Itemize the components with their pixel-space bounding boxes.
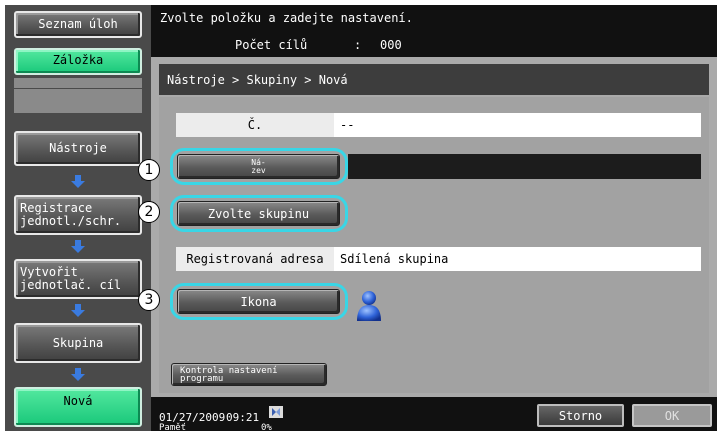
bookmark-label: Záložka — [52, 53, 104, 67]
callout-2: 2 — [138, 201, 160, 223]
address-label-text: Registrovaná adresa — [186, 252, 324, 266]
callout-3: 3 — [138, 289, 160, 311]
select-group-label: Zvolte skupinu — [207, 206, 310, 221]
arrow-down-icon — [71, 175, 85, 189]
select-group-button[interactable]: Zvolte skupinu — [177, 201, 340, 226]
arrow-down-icon — [71, 304, 85, 318]
bookmark-button[interactable]: Záložka — [14, 48, 142, 75]
copier-panel-screen: Seznam úloh Záložka Nástroje Registrace … — [0, 0, 722, 436]
memory-value: 0% — [261, 423, 272, 433]
breadcrumb-text: Nástroje > Skupiny > Nová — [167, 72, 348, 87]
sidebar-step-new[interactable]: Nová — [14, 387, 142, 427]
arrow-down-icon — [71, 368, 85, 382]
callout-1: 1 — [138, 159, 160, 181]
callout-number: 2 — [144, 204, 154, 220]
memory-label: Paměť — [159, 423, 187, 433]
callout-number: 1 — [144, 162, 154, 178]
address-value-text: Sdílená skupina — [340, 252, 449, 266]
number-value: -- — [334, 113, 701, 137]
sidebar-step-registration[interactable]: Registrace jednotl./schr. — [14, 195, 142, 235]
address-value: Sdílená skupina — [334, 247, 701, 271]
instruction-text: Zvolte položku a zadejte nastavení. — [160, 11, 413, 25]
sidebar-step-label: Vytvořit jednotlač. cíl — [20, 265, 122, 292]
ok-label: OK — [664, 408, 680, 423]
message-bar: Zvolte položku a zadejte nastavení. Poče… — [151, 5, 717, 57]
icon-button-label: Ikona — [240, 294, 277, 309]
job-list-label: Seznam úloh — [38, 17, 118, 31]
time-text: 09:21 — [226, 411, 260, 424]
number-label-text: Č. — [247, 118, 263, 132]
destination-count-label: Počet cílů — [235, 38, 308, 52]
number-label: Č. — [176, 113, 334, 137]
arrow-down-icon — [71, 240, 85, 254]
name-button[interactable]: Ná- zev — [177, 154, 340, 179]
callout-number: 3 — [144, 292, 154, 308]
cancel-button[interactable]: Storno — [537, 404, 624, 427]
breadcrumb: Nástroje > Skupiny > Nová — [159, 64, 709, 95]
sidebar-step-label: Skupina — [52, 335, 104, 350]
program-check-button[interactable]: Kontrola nastavení programu — [171, 363, 327, 386]
job-list-button[interactable]: Seznam úloh — [14, 11, 142, 38]
program-check-line2: programu — [180, 373, 224, 384]
address-label: Registrovaná adresa — [176, 247, 334, 271]
sidebar-spacer — [14, 78, 142, 88]
sidebar-step-tools[interactable]: Nástroje — [14, 131, 142, 166]
sidebar-step-label: Nová — [63, 394, 93, 408]
name-value-field[interactable] — [348, 154, 701, 179]
sidebar-step-label: Registrace jednotl./schr. — [20, 201, 122, 228]
destination-count-value: 000 — [380, 38, 402, 52]
sidebar-step-group[interactable]: Skupina — [14, 323, 142, 363]
main-panel: Nástroje > Skupiny > Nová Č. -- Ná- zev … — [151, 57, 717, 397]
status-bar: 01/27/2009 09:21 Paměť 0% Storno OK — [151, 397, 717, 433]
name-button-line2: zev — [251, 165, 266, 175]
destination-count-colon: : — [354, 38, 362, 52]
icon-button[interactable]: Ikona — [177, 289, 340, 314]
sidebar-step-create-destination[interactable]: Vytvořit jednotlač. cíl — [14, 259, 142, 299]
ok-button[interactable]: OK — [632, 404, 712, 427]
number-value-text: -- — [340, 118, 355, 132]
sidebar-step-label: Nástroje — [49, 141, 107, 155]
cancel-label: Storno — [558, 408, 603, 423]
network-status-icon — [269, 406, 283, 418]
form-area: Č. -- Ná- zev Zvolte skupinu Registrovan… — [159, 97, 709, 393]
person-icon — [357, 291, 381, 321]
sidebar-spacer — [14, 89, 142, 113]
destination-count: Počet cílů : 000 — [235, 38, 402, 52]
sidebar: Seznam úloh Záložka Nástroje Registrace … — [5, 5, 151, 431]
